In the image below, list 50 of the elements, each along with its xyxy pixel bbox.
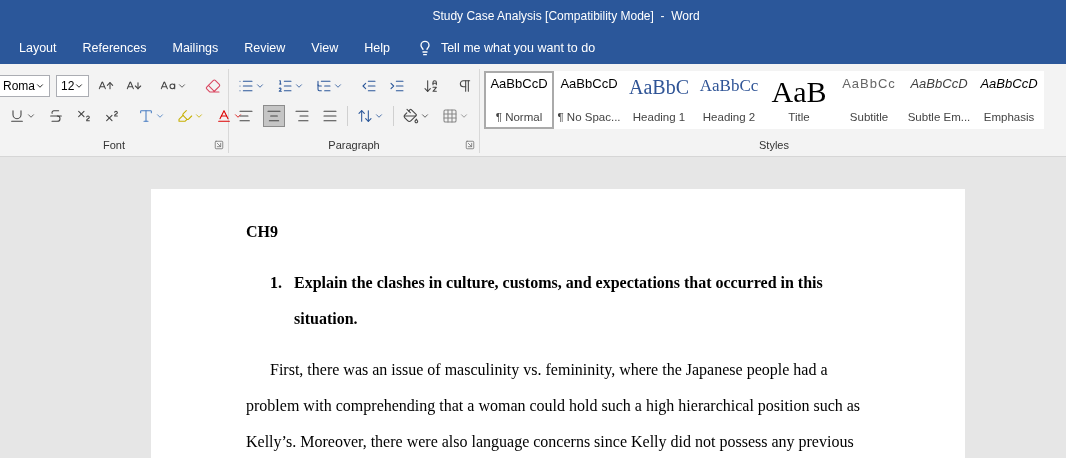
style-name: ¶ No Spac... (557, 111, 621, 123)
style-gallery-item[interactable]: AaBbCcD Subtle Em... (904, 71, 974, 129)
align-lines-icon (294, 108, 310, 124)
style-gallery-item[interactable]: AaBbC Heading 1 (624, 71, 694, 129)
style-preview: AaB (771, 77, 827, 107)
caret-icon[interactable] (35, 81, 45, 91)
ribbon-tab[interactable]: References (69, 37, 160, 59)
align-button[interactable] (263, 105, 285, 127)
style-preview: AaBbC (629, 77, 689, 97)
ribbon-tab[interactable]: Mailings (159, 37, 232, 59)
style-preview: AaBbCcD (490, 77, 548, 90)
style-name: Subtitle (849, 111, 889, 123)
style-gallery-item[interactable]: AaBbCc Subtitle (834, 71, 904, 129)
dialog-launcher-icon[interactable] (214, 140, 224, 150)
style-preview: AaBbCc (842, 77, 896, 90)
list-item-text: Explain the clashes in culture, customs, and expectations that occurred in this situation. (294, 273, 824, 329)
align-lines-icon (238, 108, 254, 124)
window-title: Study Case Analysis [Compatibility Mode] - Word (432, 9, 700, 23)
style-gallery-item[interactable]: AaBbCcD ¶ Normal (484, 71, 554, 129)
body-paragraph: First, there was an issue of masculinity vs. femininity, where the Japanese people had a problem with comprehending that a woman could hold such a high hierarchical position such as Kelly’s. Moreover, there were also language concerns since Kelly did not possess any previous (246, 360, 862, 453)
style-name: ¶ Normal (495, 111, 543, 123)
align-lines-icon (322, 108, 338, 124)
style-name: Heading 2 (702, 111, 756, 123)
caret-icon[interactable] (74, 81, 85, 91)
style-gallery-item[interactable]: AaBbCcD Emphasis (974, 71, 1044, 129)
style-name: Title (788, 111, 810, 123)
ribbon-tab[interactable]: Help (351, 37, 403, 59)
align-lines-icon (266, 108, 282, 124)
ribbon-tab[interactable]: View (298, 37, 352, 59)
list-number: 1. (270, 273, 283, 293)
tell-me-field[interactable]: Tell me what you want to do (440, 41, 596, 55)
document-heading: CH9 (246, 222, 278, 242)
group-label: Styles (759, 139, 789, 151)
style-preview: AaBbCcD (560, 77, 618, 90)
style-name: Emphasis (983, 111, 1035, 123)
style-gallery-item[interactable]: AaB Title (764, 71, 834, 129)
font-size-field[interactable]: 12 (56, 75, 90, 97)
style-preview: AaBbCcD (910, 77, 968, 90)
style-preview: AaBbCcD (980, 77, 1038, 90)
group-label: Paragraph (328, 139, 380, 151)
style-gallery-item[interactable]: AaBbCcD ¶ No Spac... (554, 71, 624, 129)
ribbon-tab[interactable]: Review (231, 37, 299, 59)
style-gallery-item[interactable]: AaBbCc Heading 2 (694, 71, 764, 129)
style-name: Subtle Em... (907, 111, 971, 123)
group-label: Font (103, 139, 125, 151)
style-name: Heading 1 (632, 111, 686, 123)
font-name-field[interactable]: Roma (0, 75, 50, 97)
dialog-launcher-icon[interactable] (465, 140, 475, 150)
ribbon-tab[interactable]: Layout (6, 37, 70, 59)
style-preview: AaBbCc (699, 77, 759, 94)
